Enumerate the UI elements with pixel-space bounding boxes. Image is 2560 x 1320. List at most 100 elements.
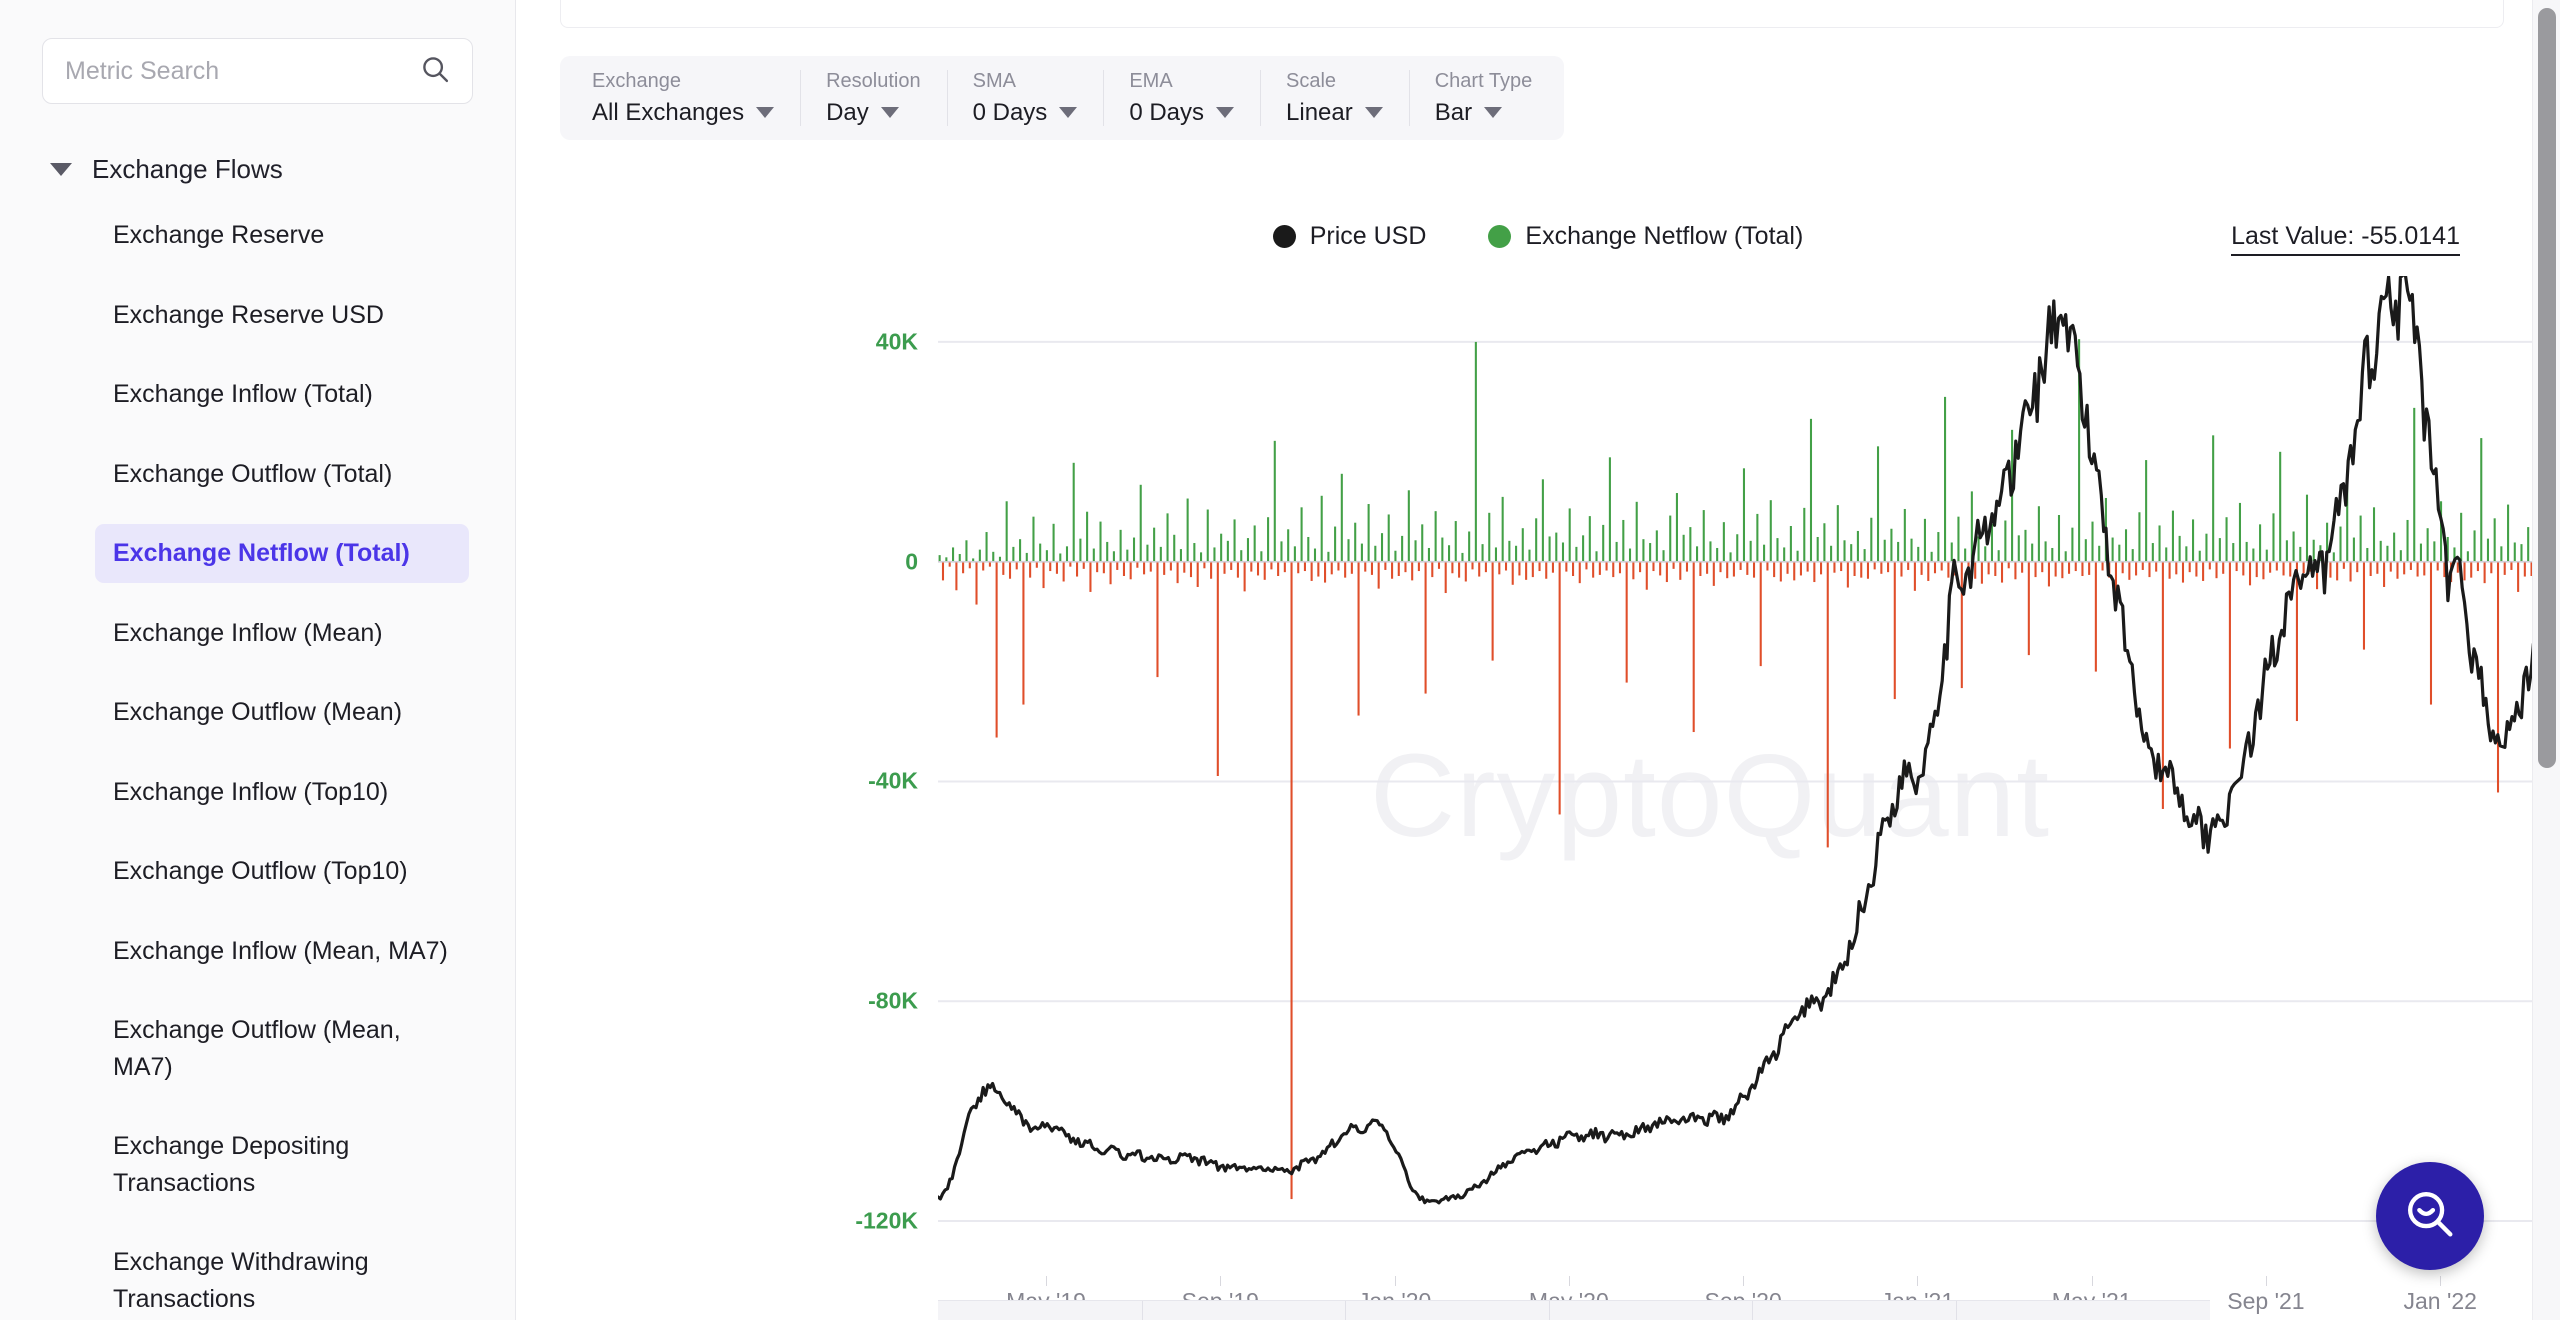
sidebar-item-exchange-withdrawing-transactions[interactable]: Exchange Withdrawing Transactions	[95, 1233, 469, 1320]
sidebar-item-label: Exchange Netflow (Total)	[113, 539, 410, 567]
chart-main-panel: Exchange All Exchanges Resolution Day SMA 0 D…	[516, 0, 2560, 1320]
sidebar-item-label: Exchange Reserve USD	[113, 300, 384, 329]
control-exchange: Exchange All Exchanges	[566, 56, 800, 140]
sidebar-item-exchange-inflow-total[interactable]: Exchange Inflow (Total)	[95, 365, 469, 424]
control-chart-type-label: Chart Type	[1434, 69, 1533, 92]
x-axis-tick-mark	[1046, 1276, 1048, 1286]
legend-label: Exchange Netflow (Total)	[1525, 222, 1804, 250]
sidebar-item-label: Exchange Inflow (Mean)	[113, 618, 383, 647]
sidebar-item-exchange-netflow-total[interactable]: Exchange Netflow (Total)	[95, 524, 469, 583]
search-smile-icon	[2401, 1185, 2459, 1248]
page-scrollbar-track[interactable]	[2532, 0, 2560, 1320]
metric-sidebar: Exchange Flows Exchange ReserveExchange …	[0, 0, 516, 1320]
y-axis-left: 40K 0 -40K -80K -120K	[560, 276, 930, 1276]
sidebar-item-exchange-inflow-mean[interactable]: Exchange Inflow (Mean)	[95, 604, 469, 663]
control-scale-dropdown[interactable]: Linear	[1286, 99, 1383, 127]
range-navigator[interactable]	[938, 1300, 2210, 1320]
legend-color-dot	[1488, 225, 1512, 248]
x-axis-tick-mark	[1568, 1276, 1570, 1286]
y-left-tick: -40K	[868, 767, 918, 794]
top-card-edge	[560, 0, 2504, 28]
y-left-tick: -120K	[855, 1207, 918, 1234]
legend-item-exchange-netflow-total[interactable]: Exchange Netflow (Total)	[1488, 222, 1803, 251]
legend-label: Price USD	[1309, 222, 1427, 250]
page-scrollbar-thumb[interactable]	[2538, 8, 2556, 768]
sidebar-item-label: Exchange Reserve	[113, 221, 325, 249]
control-sma-label: SMA	[972, 69, 1016, 92]
control-exchange-label: Exchange	[592, 69, 681, 92]
control-chart-type-dropdown[interactable]: Bar	[1435, 99, 1532, 127]
x-axis-tick-mark	[1220, 1276, 1222, 1286]
sidebar-group-label: Exchange Flows	[92, 153, 283, 184]
control-chart-type: Chart Type Bar	[1408, 56, 1558, 140]
sidebar-item-exchange-inflow-top10[interactable]: Exchange Inflow (Top10)	[95, 763, 469, 822]
x-axis-tick-mark	[2265, 1276, 2267, 1286]
sidebar-item-exchange-inflow-mean-ma7[interactable]: Exchange Inflow (Mean, MA7)	[95, 922, 469, 981]
control-resolution-dropdown[interactable]: Day	[826, 99, 921, 127]
chevron-down-icon	[1364, 107, 1383, 118]
control-scale-label: Scale	[1286, 69, 1337, 92]
control-resolution: Resolution Day	[800, 56, 947, 140]
control-resolution-label: Resolution	[826, 69, 921, 92]
control-scale: Scale Linear	[1260, 56, 1409, 140]
control-ema: EMA 0 Days	[1103, 56, 1260, 140]
control-sma-dropdown[interactable]: 0 Days	[973, 99, 1078, 127]
x-axis-tick: Sep '21	[2227, 1288, 2305, 1314]
y-left-tick: 0	[905, 548, 918, 575]
chart-toolbar: Exchange All Exchanges Resolution Day SMA 0 D…	[560, 56, 1565, 140]
control-sma-value: 0 Days	[972, 98, 1048, 126]
x-axis-tick-mark	[1917, 1276, 1919, 1286]
control-exchange-value: All Exchanges	[592, 98, 745, 126]
control-resolution-value: Day	[826, 98, 869, 126]
control-ema-dropdown[interactable]: 0 Days	[1129, 98, 1235, 127]
last-value-badge[interactable]: Last Value: -55.0141	[2231, 222, 2460, 256]
sidebar-item-label: Exchange Inflow (Total)	[113, 380, 373, 408]
chevron-down-icon	[880, 107, 899, 118]
x-axis-tick-mark	[2440, 1276, 2442, 1286]
x-axis-tick-mark	[2091, 1276, 2093, 1286]
sidebar-item-exchange-outflow-mean[interactable]: Exchange Outflow (Mean)	[95, 683, 469, 742]
sidebar-item-exchange-outflow-total[interactable]: Exchange Outflow (Total)	[95, 445, 469, 504]
control-sma: SMA 0 Days	[946, 56, 1104, 140]
search-icon	[420, 54, 450, 89]
search-section	[0, 0, 515, 104]
search-input[interactable]	[65, 56, 412, 86]
sidebar-item-label: Exchange Outflow (Total)	[113, 459, 393, 488]
chart-svg	[936, 271, 2552, 1223]
sidebar-item-label: Exchange Outflow (Top10)	[113, 857, 408, 885]
y-left-tick: 40K	[875, 328, 918, 355]
x-axis-tick-mark	[1394, 1276, 1396, 1286]
support-search-button[interactable]	[2376, 1162, 2484, 1270]
plot-region[interactable]	[936, 271, 2552, 1276]
chart-container: CryptoQuant 40K0-40K-80K-120K $60K$45K$3…	[560, 271, 2560, 1314]
sidebar-item-label: Exchange Outflow (Mean, MA7)	[113, 1016, 401, 1081]
app-root: Exchange Flows Exchange ReserveExchange …	[0, 0, 2560, 1320]
sidebar-item-label: Exchange Inflow (Mean, MA7)	[113, 936, 448, 965]
sidebar-item-label: Exchange Depositing Transactions	[113, 1132, 350, 1197]
control-scale-value: Linear	[1286, 98, 1353, 126]
sidebar-item-exchange-reserve-usd[interactable]: Exchange Reserve USD	[95, 286, 469, 345]
chevron-down-icon	[756, 107, 775, 118]
chevron-down-icon	[1059, 107, 1078, 118]
sidebar-metric-list: Exchange Reserve Exchange Reserve USD Exch…	[0, 206, 515, 1320]
control-exchange-dropdown[interactable]: All Exchanges	[592, 98, 775, 127]
x-axis-tick-mark	[1743, 1276, 1745, 1286]
sidebar-item-label: Exchange Inflow (Top10)	[113, 777, 389, 806]
caret-down-icon	[50, 162, 72, 176]
sidebar-item-exchange-reserve[interactable]: Exchange Reserve	[95, 206, 469, 265]
sidebar-item-exchange-outflow-top10[interactable]: Exchange Outflow (Top10)	[95, 842, 469, 901]
chevron-down-icon	[1216, 107, 1235, 118]
sidebar-item-exchange-depositing-transactions[interactable]: Exchange Depositing Transactions	[95, 1117, 469, 1212]
x-axis-tick: Jan '22	[2403, 1288, 2477, 1314]
legend-color-dot	[1272, 225, 1296, 248]
control-ema-label: EMA	[1129, 69, 1173, 92]
sidebar-item-label: Exchange Outflow (Mean)	[113, 698, 403, 726]
control-chart-type-value: Bar	[1434, 98, 1473, 126]
sidebar-item-exchange-outflow-mean-ma7[interactable]: Exchange Outflow (Mean, MA7)	[95, 1001, 469, 1096]
sidebar-group-exchange-flows[interactable]: Exchange Flows	[0, 138, 515, 200]
y-left-tick: -80K	[868, 987, 918, 1014]
chevron-down-icon	[1484, 107, 1503, 118]
control-ema-value: 0 Days	[1129, 98, 1205, 126]
metric-search-box[interactable]	[42, 38, 473, 104]
legend-item-price-usd[interactable]: Price USD	[1272, 222, 1427, 251]
